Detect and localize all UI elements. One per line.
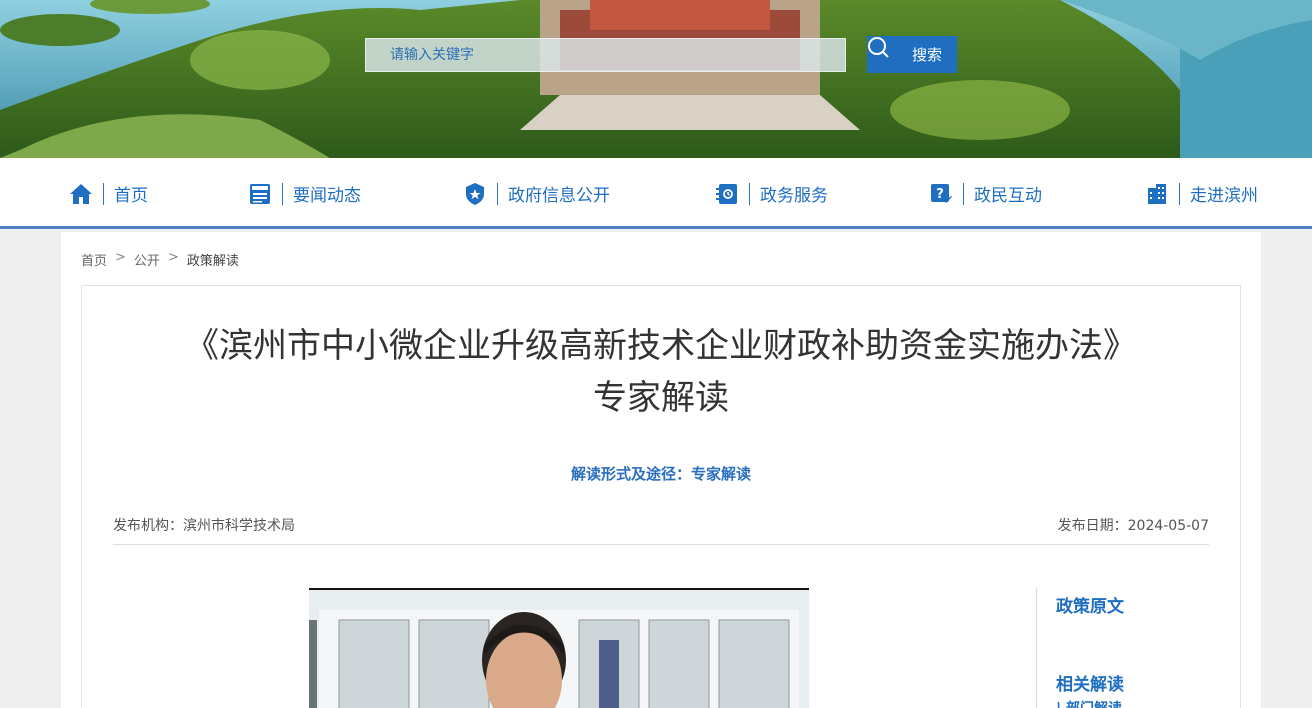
nav-separator <box>963 182 964 205</box>
breadcrumb-separator: > <box>167 250 179 265</box>
nav-separator <box>1179 182 1180 205</box>
building-icon <box>1145 182 1169 206</box>
search-icon <box>868 37 904 66</box>
banner-scenery-image <box>0 0 1312 158</box>
publish-date-meta: 发布日期：2024-05-07 <box>1057 518 1209 534</box>
service-icon <box>715 182 739 206</box>
search-button-label: 搜索 <box>911 46 942 64</box>
meta-divider <box>113 544 1209 545</box>
sidebar-divider <box>1036 588 1037 708</box>
nav-separator <box>282 182 283 205</box>
related-interpretation-heading: 相关解读 <box>1056 675 1124 695</box>
nav-separator <box>497 182 498 205</box>
nav-label: 走进滨州 <box>1190 186 1258 206</box>
search-button[interactable]: 搜索 <box>867 36 957 73</box>
breadcrumb-current: 政策解读 <box>186 254 239 269</box>
badge-icon <box>463 182 487 206</box>
nav-item-about-binzhou[interactable]: 走进滨州 <box>1145 158 1258 229</box>
news-icon <box>248 182 272 206</box>
publisher-meta: 发布机构：滨州市科学技术局 <box>113 518 295 534</box>
nav-separator <box>103 182 104 205</box>
article-title-line2: 专家解读 <box>593 378 729 418</box>
home-icon <box>69 182 93 206</box>
article-box: 《滨州市中小微企业升级高新技术企业财政补助资金实施办法》 专家解读 解读形式及途… <box>81 285 1241 708</box>
nav-item-news[interactable]: 要闻动态 <box>248 158 361 229</box>
search-box <box>365 38 846 72</box>
breadcrumb-home[interactable]: 首页 <box>81 250 107 269</box>
article-subtitle: 解读形式及途径：专家解读 <box>570 465 751 483</box>
dept-interpretation-link[interactable]: | 部门解读 <box>1056 698 1122 708</box>
nav-item-gov-info[interactable]: 政府信息公开 <box>463 158 610 229</box>
content-panel: 首页 > 公开 > 政策解读 《滨州市中小微企业升级高新技术企业财政补助资金实施… <box>61 232 1261 708</box>
question-icon: ? <box>929 182 953 206</box>
article-title-line1: 《滨州市中小微企业升级高新技术企业财政补助资金实施办法》 <box>185 326 1137 366</box>
nav-label: 要闻动态 <box>293 186 361 206</box>
policy-original-link[interactable]: 政策原文 <box>1056 592 1124 617</box>
expert-photo <box>309 588 809 708</box>
nav-label: 政务服务 <box>760 186 828 206</box>
nav-label: 政民互动 <box>974 186 1042 206</box>
article-title: 《滨州市中小微企业升级高新技术企业财政补助资金实施办法》 专家解读 <box>82 320 1240 424</box>
nav-label: 首页 <box>114 186 148 206</box>
breadcrumb-section[interactable]: 公开 <box>134 250 160 269</box>
header-banner: 搜索 <box>0 0 1312 158</box>
nav-label: 政府信息公开 <box>508 186 610 206</box>
breadcrumb: 首页 > 公开 > 政策解读 <box>81 250 239 269</box>
nav-separator <box>749 182 750 205</box>
search-input[interactable] <box>366 39 845 71</box>
breadcrumb-separator: > <box>115 250 126 265</box>
svg-text:?: ? <box>936 187 944 202</box>
nav-item-home[interactable]: 首页 <box>69 158 148 229</box>
main-nav: 首页 要闻动态 政府信息公开 政务服务 ? 政民互动 走进滨州 <box>0 158 1312 229</box>
nav-item-services[interactable]: 政务服务 <box>715 158 828 229</box>
nav-item-interaction[interactable]: ? 政民互动 <box>929 158 1042 229</box>
